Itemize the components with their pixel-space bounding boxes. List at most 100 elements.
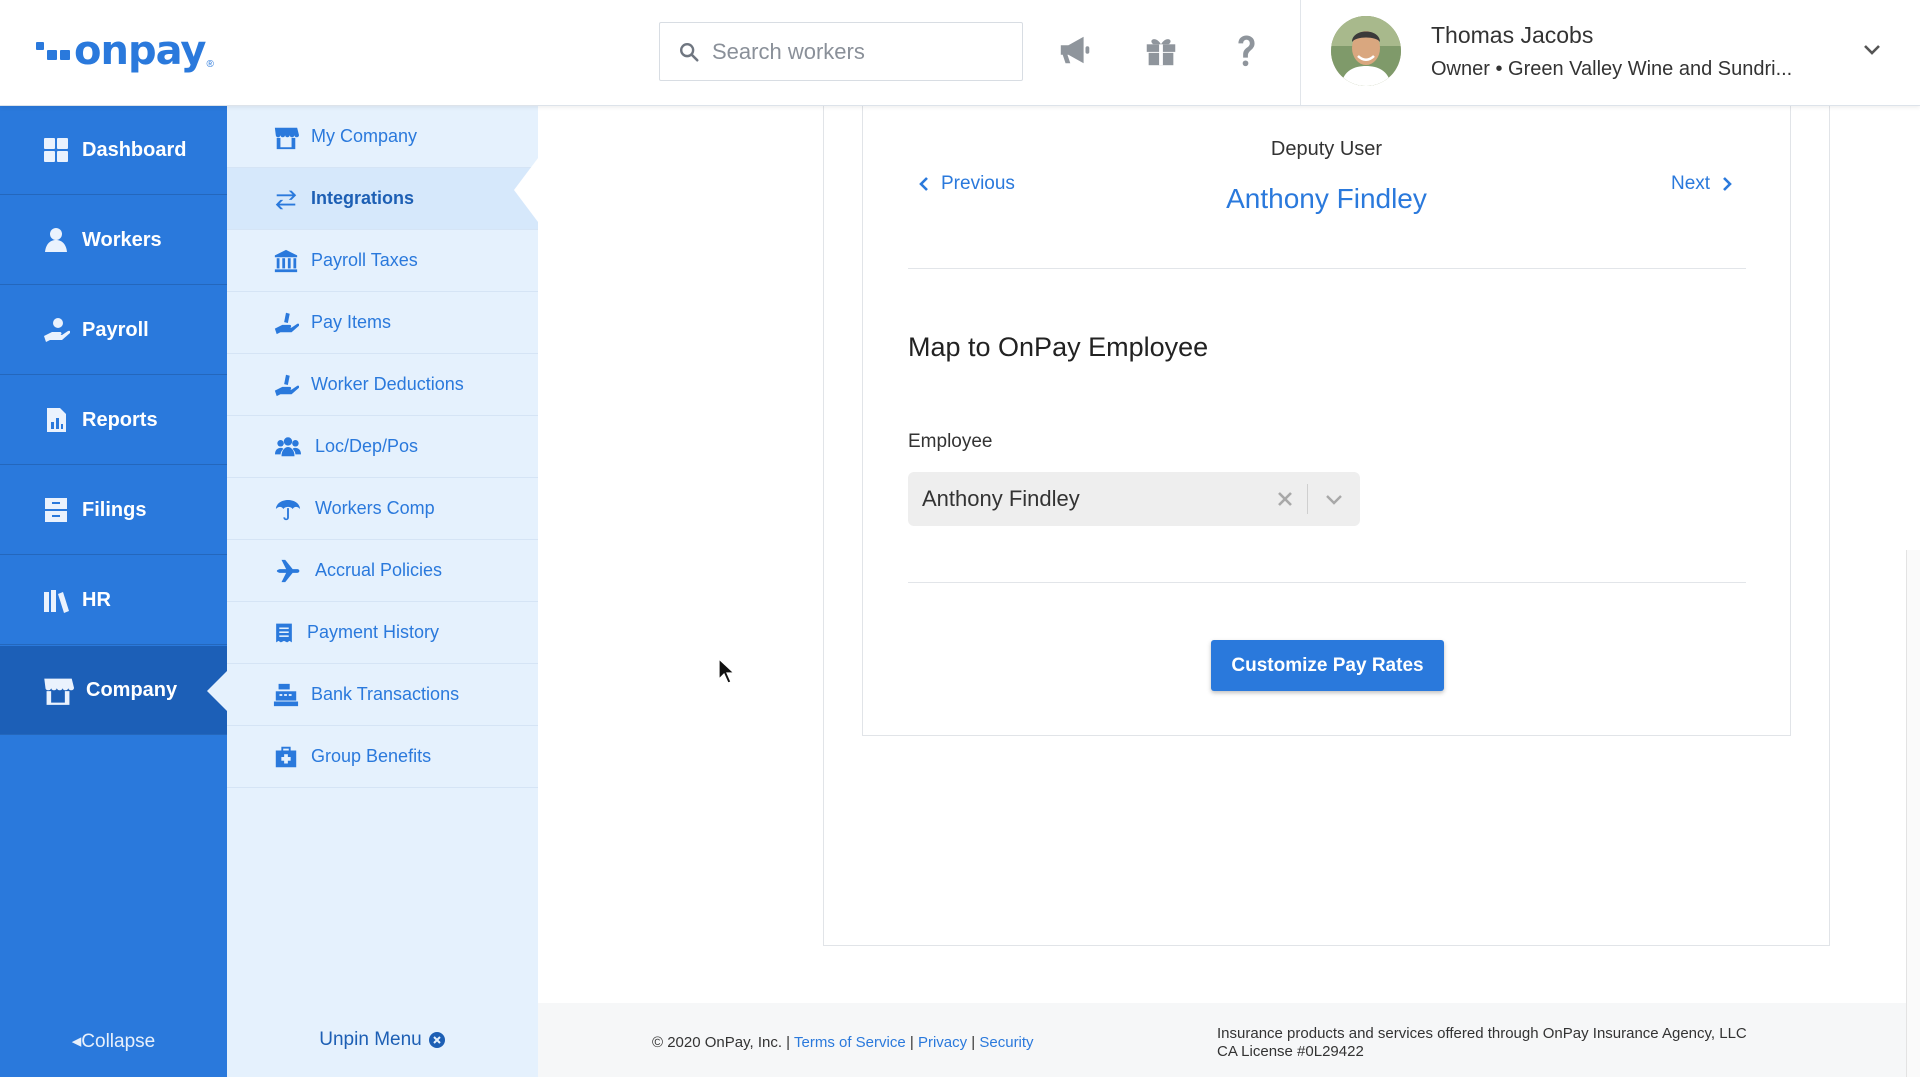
top-header: onpay ® Thomas Jacobs Owner • Green Vall…: [0, 0, 1920, 106]
active-item-indicator: [207, 669, 229, 713]
cash-register-icon: [273, 683, 299, 706]
sidebar-item-label: Company: [86, 678, 178, 701]
caret-left-icon: ◂: [71, 1031, 82, 1052]
primary-sidebar: Dashboard Workers Payroll Reports Filing…: [0, 106, 229, 1077]
arrows-exchange-icon: [275, 190, 297, 209]
insurance-disclaimer: Insurance products and services offered …: [1217, 1025, 1747, 1061]
receipt-icon: [276, 623, 292, 642]
privacy-link[interactable]: Privacy: [918, 1034, 967, 1051]
sidebar-item-workers[interactable]: Workers: [0, 196, 227, 285]
user-name[interactable]: Thomas Jacobs: [1431, 22, 1593, 49]
unpin-menu-button[interactable]: Unpin Menu: [227, 1029, 538, 1051]
avatar[interactable]: [1331, 16, 1401, 86]
security-link[interactable]: Security: [979, 1034, 1033, 1051]
sidebar-item-label: Workers: [82, 228, 162, 251]
logo-registered-mark: ®: [206, 59, 214, 70]
subnav-item-label: Accrual Policies: [315, 560, 443, 580]
divider: [908, 268, 1746, 269]
subnav-item-label: Workers Comp: [315, 498, 435, 518]
search-box[interactable]: [659, 22, 1023, 81]
dashboard-icon: [44, 138, 68, 162]
umbrella-icon: [275, 499, 301, 520]
footer-links: © 2020 OnPay, Inc. | Terms of Service | …: [652, 1034, 1034, 1051]
select-separator: [1307, 484, 1308, 514]
subnav-item-worker-deductions[interactable]: Worker Deductions: [227, 354, 538, 416]
sidebar-item-reports[interactable]: Reports: [0, 376, 227, 465]
subnav-item-workers-comp[interactable]: Workers Comp: [227, 478, 538, 540]
header-divider: [1300, 0, 1301, 105]
next-link[interactable]: Next: [1671, 173, 1734, 195]
sidebar-item-label: Filings: [82, 498, 147, 521]
payroll-icon: [44, 318, 70, 342]
onpay-logo[interactable]: onpay ®: [36, 28, 214, 74]
subnav-item-group-benefits[interactable]: Group Benefits: [227, 726, 538, 788]
search-icon: [680, 42, 699, 62]
terms-link[interactable]: Terms of Service: [794, 1034, 906, 1051]
sidebar-item-payroll[interactable]: Payroll: [0, 286, 227, 375]
unpin-label: Unpin Menu: [319, 1029, 422, 1050]
hand-money-icon: [274, 312, 299, 334]
hr-icon: [44, 590, 69, 613]
company-icon: [44, 678, 74, 705]
chevron-left-icon: [919, 177, 928, 191]
user-role-company[interactable]: Owner • Green Valley Wine and Sundri...: [1431, 58, 1792, 81]
subnav-item-pay-items[interactable]: Pay Items: [227, 292, 538, 354]
subnav-item-label: Pay Items: [311, 312, 392, 332]
subnav-item-loc-dep-pos[interactable]: Loc/Dep/Pos: [227, 416, 538, 478]
mouse-cursor-icon: [718, 658, 736, 684]
sidebar-item-dashboard[interactable]: Dashboard: [0, 106, 227, 195]
subnav-item-label: Worker Deductions: [311, 374, 464, 394]
next-label: Next: [1671, 173, 1711, 194]
deputy-user-label: Deputy User: [1270, 138, 1383, 160]
search-input[interactable]: [712, 38, 1012, 65]
scrollbar[interactable]: [1906, 550, 1920, 1077]
gift-button[interactable]: [1139, 28, 1183, 72]
chevron-right-icon: [1723, 177, 1732, 191]
help-button[interactable]: [1224, 28, 1268, 72]
user-photo: [1331, 16, 1401, 86]
subnav-item-accrual-policies[interactable]: Accrual Policies: [227, 540, 538, 602]
group-icon: [275, 436, 301, 456]
subnav-item-label: Bank Transactions: [311, 684, 460, 704]
help-icon: [1238, 35, 1255, 67]
gift-icon: [1146, 39, 1176, 66]
subnav-item-payment-history[interactable]: Payment History: [227, 602, 538, 664]
hand-money-icon: [274, 374, 299, 396]
section-title: Map to OnPay Employee: [908, 332, 1209, 362]
announcements-button[interactable]: [1054, 28, 1098, 72]
subnav-item-bank-transactions[interactable]: Bank Transactions: [227, 664, 538, 726]
close-circle-icon: [428, 1032, 445, 1048]
subnav-item-label: Payroll Taxes: [311, 250, 418, 270]
chevron-down-icon[interactable]: [1860, 38, 1884, 62]
subnav-item-label: Integrations: [311, 188, 415, 208]
sidebar-item-label: Payroll: [82, 318, 149, 341]
logo-mark: [36, 42, 70, 60]
subnav-item-integrations[interactable]: Integrations: [227, 168, 538, 230]
subnav-item-label: My Company: [311, 126, 418, 146]
footer-separator: |: [971, 1034, 976, 1051]
copyright-text: © 2020 OnPay, Inc. |: [652, 1034, 791, 1051]
workers-icon: [45, 228, 67, 252]
subnav-item-label: Payment History: [307, 622, 440, 642]
sidebar-item-company[interactable]: Company: [0, 646, 227, 735]
sidebar-item-label: Dashboard: [82, 138, 187, 161]
storefront-icon: [274, 127, 299, 149]
footer-separator: |: [909, 1034, 914, 1051]
filings-icon: [45, 498, 67, 522]
previous-link[interactable]: Previous: [917, 173, 1015, 195]
subnav-item-label: Group Benefits: [311, 746, 432, 766]
subnav-item-payroll-taxes[interactable]: Payroll Taxes: [227, 230, 538, 292]
chevron-down-icon[interactable]: [1322, 487, 1346, 511]
collapse-button[interactable]: ◂Collapse: [0, 1030, 227, 1053]
airplane-icon: [276, 559, 300, 582]
insurance-line: Insurance products and services offered …: [1217, 1025, 1747, 1042]
customize-pay-rates-button[interactable]: Customize Pay Rates: [1211, 640, 1444, 691]
clear-icon[interactable]: [1273, 487, 1297, 511]
employee-select[interactable]: Anthony Findley: [908, 472, 1360, 526]
logo-text: onpay: [74, 28, 206, 74]
sidebar-item-filings[interactable]: Filings: [0, 466, 227, 555]
subnav-item-my-company[interactable]: My Company: [227, 106, 538, 168]
sidebar-item-hr[interactable]: HR: [0, 556, 227, 645]
employee-field-label: Employee: [908, 431, 993, 452]
active-subnav-indicator: [514, 158, 538, 222]
